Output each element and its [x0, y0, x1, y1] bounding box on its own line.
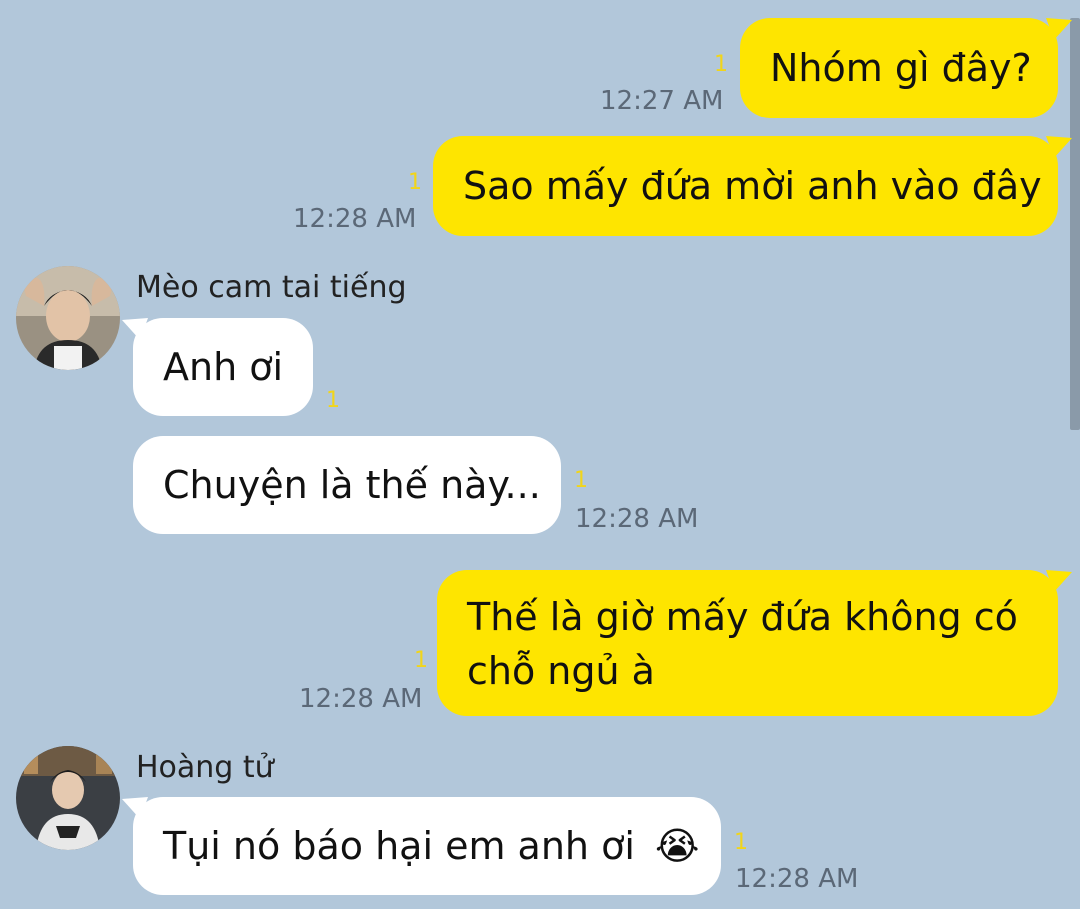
- sender-name: Mèo cam tai tiếng: [136, 270, 407, 305]
- my-message-bubble[interactable]: Nhóm gì đây?: [740, 18, 1058, 118]
- their-message-bubble[interactable]: Anh ơi: [133, 318, 313, 416]
- avatar[interactable]: [16, 266, 120, 370]
- scrollbar[interactable]: [1070, 18, 1080, 430]
- unread-count: 1: [408, 170, 422, 195]
- avatar-photo-icon: [16, 746, 120, 850]
- avatar-photo-icon: [16, 266, 120, 370]
- message-text: Sao mấy đứa mời anh vào đây: [463, 164, 1042, 208]
- message-text: Anh ơi: [163, 345, 284, 389]
- message-time: 12:28 AM: [735, 864, 859, 894]
- avatar[interactable]: [16, 746, 120, 850]
- their-message-bubble[interactable]: Tụi nó báo hại em anh ơi 😭: [133, 797, 721, 895]
- bubble-tail: [122, 797, 148, 819]
- my-message-bubble[interactable]: Sao mấy đứa mời anh vào đây: [433, 136, 1058, 236]
- bubble-tail: [1046, 18, 1072, 40]
- message-time: 12:28 AM: [575, 504, 699, 534]
- bubble-tail: [1046, 136, 1072, 158]
- sender-name: Hoàng tử: [136, 750, 274, 785]
- bubble-tail: [1046, 570, 1072, 592]
- message-time: 12:28 AM: [293, 204, 417, 234]
- message-text-line: Thế là giờ mấy đứa không có: [467, 595, 1018, 639]
- crying-emoji: 😭: [655, 824, 700, 868]
- bubble-tail: [122, 318, 148, 340]
- unread-count: 1: [414, 648, 428, 673]
- unread-count: 1: [714, 52, 728, 77]
- message-text: Chuyện là thế này...: [163, 463, 541, 507]
- message-time: 12:27 AM: [600, 86, 724, 116]
- my-message-bubble[interactable]: Thế là giờ mấy đứa không có chỗ ngủ à: [437, 570, 1058, 716]
- message-text: Tụi nó báo hại em anh ơi: [163, 824, 635, 868]
- unread-count: 1: [574, 468, 588, 493]
- message-time: 12:28 AM: [299, 684, 423, 714]
- message-text: Nhóm gì đây?: [770, 46, 1032, 90]
- message-text-line: chỗ ngủ à: [467, 649, 655, 693]
- unread-count: 1: [326, 388, 340, 413]
- unread-count: 1: [734, 830, 748, 855]
- their-message-bubble[interactable]: Chuyện là thế này...: [133, 436, 561, 534]
